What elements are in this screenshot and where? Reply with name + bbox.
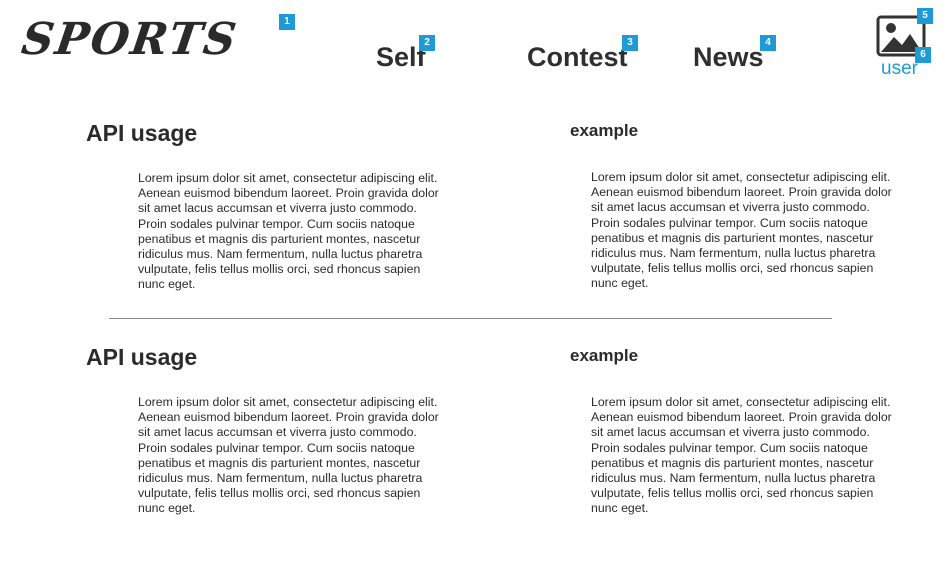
section-body-text: Lorem ipsum dolor sit amet, consectetur …: [138, 171, 439, 292]
section-title: API usage: [86, 344, 198, 370]
example-body-text: Lorem ipsum dolor sit amet, consectetur …: [591, 170, 892, 291]
section-divider: [109, 318, 832, 319]
annotation-marker: 5: [917, 8, 933, 24]
annotation-marker: 1: [279, 14, 295, 30]
user-link[interactable]: user: [881, 58, 918, 80]
annotation-marker: 4: [760, 35, 776, 51]
annotation-marker: 6: [915, 47, 931, 63]
section-body-text: Lorem ipsum dolor sit amet, consectetur …: [138, 395, 439, 516]
annotation-marker: 2: [419, 35, 435, 51]
nav-item-news[interactable]: News: [693, 42, 764, 73]
example-title: example: [570, 121, 639, 140]
example-body-text: Lorem ipsum dolor sit amet, consectetur …: [591, 395, 892, 516]
section-title: API usage: [86, 120, 198, 146]
nav-item-contest[interactable]: Contest: [527, 42, 628, 73]
logo[interactable]: SPORTS: [18, 14, 241, 65]
example-title: example: [570, 346, 639, 365]
annotation-marker: 3: [622, 35, 638, 51]
